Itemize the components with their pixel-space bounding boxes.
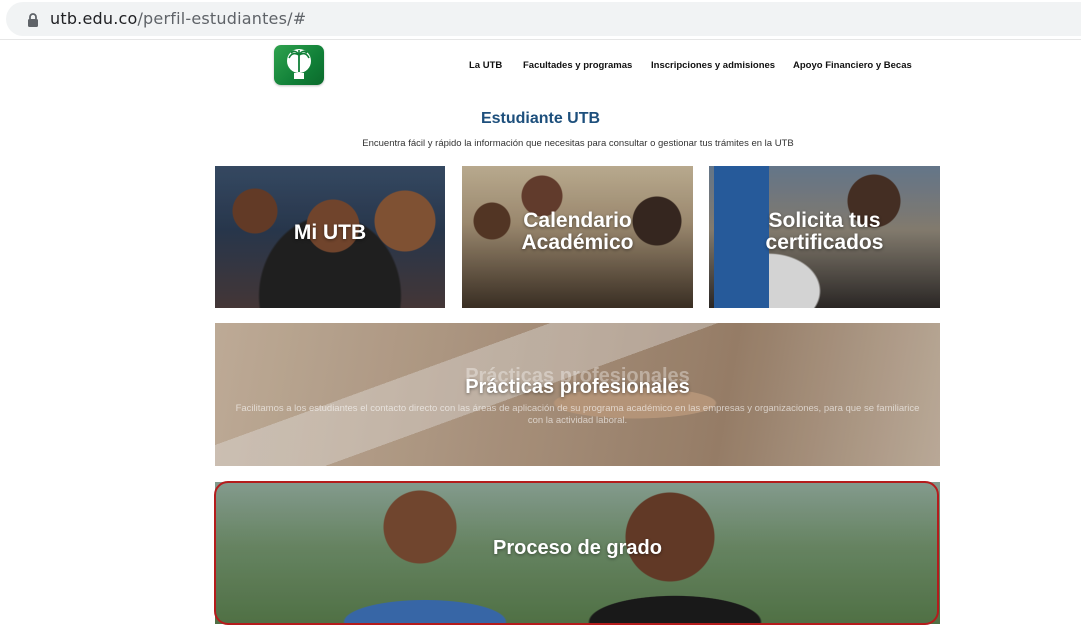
tile-label-line2: certificados bbox=[765, 231, 884, 255]
page-subtitle: Encuentra fácil y rápido la información … bbox=[362, 138, 794, 149]
tile-label: Calendario Académico bbox=[462, 209, 693, 255]
tile-calendario-academico[interactable]: Calendario Académico bbox=[462, 166, 693, 308]
tile-label: Mi UTB bbox=[293, 221, 367, 244]
main-nav: La UTB Facultades y programas Inscripcio… bbox=[0, 60, 1081, 74]
url-text: utb.edu.co/perfil-estudiantes/# bbox=[50, 9, 306, 28]
lock-icon bbox=[28, 13, 38, 27]
tile-label: Proceso de grado bbox=[493, 537, 662, 559]
url-domain: utb.edu.co bbox=[50, 9, 138, 28]
tile-proceso-de-grado[interactable]: Proceso de grado bbox=[215, 482, 940, 624]
address-bar[interactable]: utb.edu.co/perfil-estudiantes/# bbox=[6, 2, 1081, 36]
nav-la-utb[interactable]: La UTB bbox=[469, 60, 502, 71]
url-path: /perfil-estudiantes/# bbox=[137, 9, 307, 28]
tile-label-line1: Solicita tus bbox=[768, 209, 881, 232]
tile-label-line2: Académico bbox=[521, 231, 634, 255]
nav-facultades-programas[interactable]: Facultades y programas bbox=[523, 60, 632, 71]
tile-label-line1: Calendario bbox=[523, 209, 632, 232]
tile-solicita-certificados[interactable]: Solicita tus certificados bbox=[709, 166, 940, 308]
tile-description: Facilitamos a los estudiantes el contact… bbox=[235, 403, 920, 426]
page-title: Estudiante UTB bbox=[480, 110, 601, 127]
nav-apoyo-financiero-becas[interactable]: Apoyo Financiero y Becas bbox=[793, 60, 912, 71]
tile-practicas-profesionales[interactable]: Prácticas profesionales Prácticas profes… bbox=[215, 323, 940, 466]
tile-label: Solicita tus certificados bbox=[709, 209, 940, 255]
tile-mi-utb[interactable]: Mi UTB bbox=[215, 166, 445, 308]
nav-inscripciones-admisiones[interactable]: Inscripciones y admisiones bbox=[651, 60, 775, 71]
tile-label: Prácticas profesionales bbox=[465, 376, 690, 398]
toolbar-divider bbox=[0, 39, 1081, 40]
